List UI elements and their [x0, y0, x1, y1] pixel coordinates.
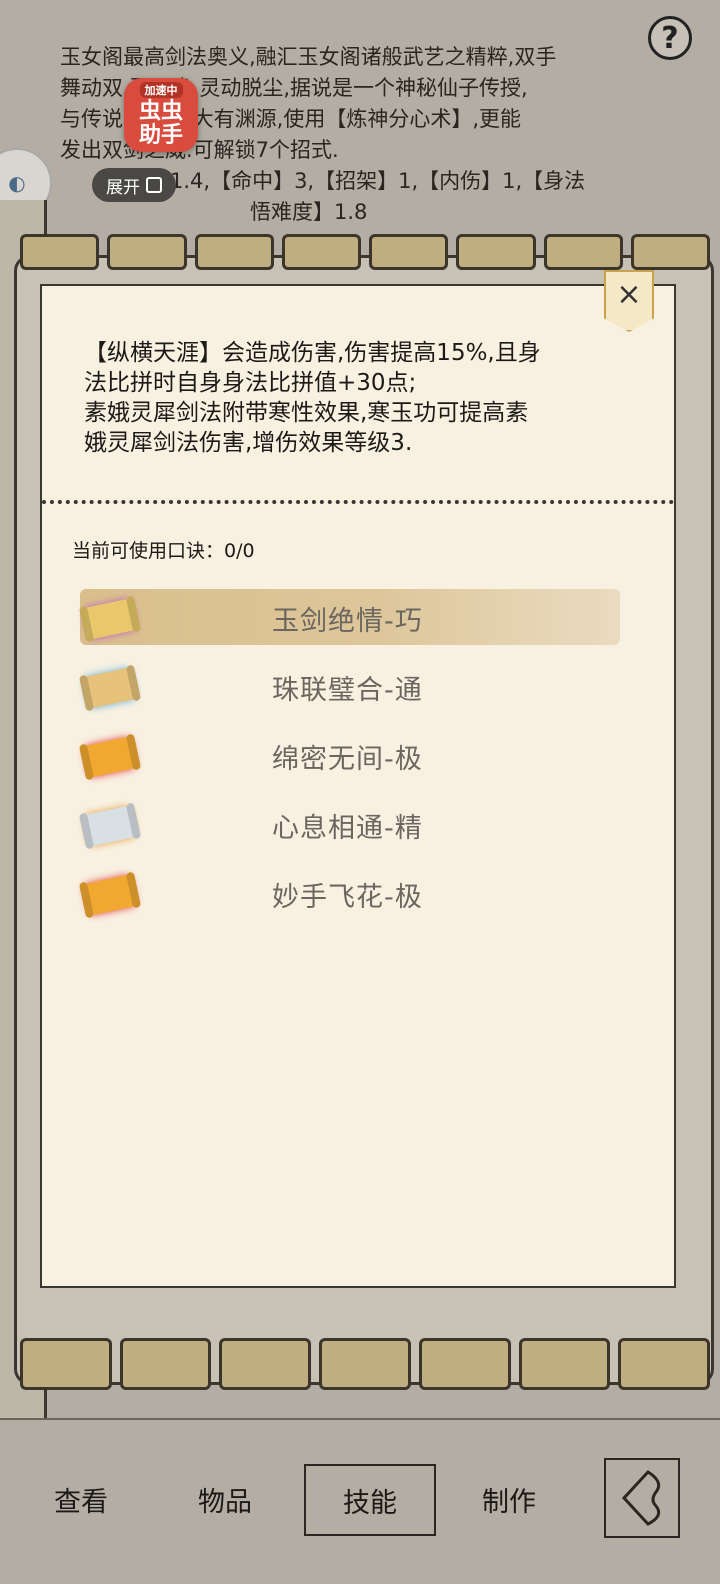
scroll-blue-icon — [83, 666, 137, 709]
back-button[interactable] — [604, 1458, 680, 1538]
close-icon: × — [616, 277, 642, 312]
nav-craft[interactable]: 制作 — [482, 1480, 536, 1519]
formula-label: 心息相通-精 — [272, 813, 423, 844]
formula-label: 玉剑绝情-巧 — [272, 606, 423, 637]
effect-description: 【纵横天涯】会造成伤害,伤害提高15%,且身 法比拼时自身身法比拼值+30点; … — [84, 340, 541, 456]
side-app-icon: ◐ — [8, 171, 26, 195]
formula-label: 妙手飞花-极 — [272, 882, 423, 913]
question-icon: ? — [661, 20, 679, 56]
badge-tag: 加速中 — [139, 82, 183, 98]
scroll-purple-icon — [83, 597, 137, 640]
expand-button[interactable]: 展开 — [92, 168, 176, 202]
nav-view[interactable]: 查看 — [54, 1480, 108, 1519]
bamboo-bottom-border — [20, 1338, 711, 1390]
nav-skills[interactable]: 技能 — [304, 1464, 436, 1536]
formula-list: 玉剑绝情-巧 珠联璧合-通 绵密无间-极 心息相通-精 妙手飞花-极 — [78, 584, 638, 929]
formula-item[interactable]: 妙手飞花-极 — [78, 860, 638, 929]
nav-items[interactable]: 物品 — [198, 1480, 252, 1519]
bamboo-top-border — [20, 234, 710, 270]
scroll-white-icon — [83, 804, 137, 847]
expand-icon — [146, 177, 162, 193]
help-button[interactable]: ? — [648, 16, 692, 60]
scroll-red-icon — [83, 873, 137, 916]
formula-status: 当前可使用口诀：0/0 — [72, 540, 255, 562]
formula-label: 珠联璧合-通 — [272, 675, 423, 706]
nav-divider — [0, 1418, 720, 1420]
formula-item[interactable]: 心息相通-精 — [78, 791, 638, 860]
formula-item[interactable]: 玉剑绝情-巧 — [78, 584, 638, 653]
description-line: 玉女阁最高剑法奥义,融汇玉女阁诸般武艺之精粹,双手 — [60, 45, 557, 69]
scroll-red-icon — [83, 735, 137, 778]
dotted-divider — [42, 500, 674, 504]
accelerator-badge[interactable]: 加速中 虫虫助手 — [124, 78, 198, 152]
formula-label: 绵密无间-极 — [272, 744, 423, 775]
back-arrow-icon — [621, 1470, 661, 1526]
formula-item[interactable]: 珠联璧合-通 — [78, 653, 638, 722]
expand-label: 展开 — [106, 177, 140, 198]
badge-name: 虫虫助手 — [138, 99, 183, 148]
formula-item[interactable]: 绵密无间-极 — [78, 722, 638, 791]
